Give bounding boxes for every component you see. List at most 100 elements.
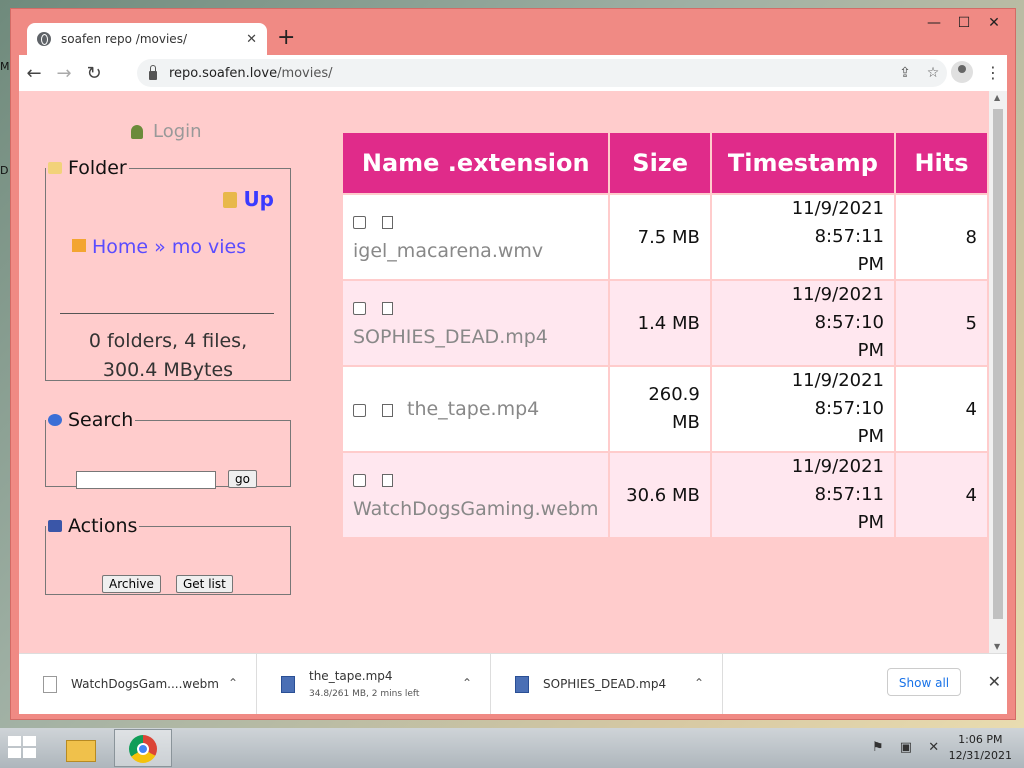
download-info: the_tape.mp4 34.8/261 MB, 2 mins left — [309, 669, 419, 699]
column-header-hits[interactable]: Hits — [896, 133, 987, 193]
browser-tab[interactable]: soafen repo /movies/ ✕ — [27, 23, 267, 55]
file-table: Name .extension Size Timestamp Hits igel… — [341, 131, 989, 539]
clock[interactable]: 1:06 PM 12/31/2021 — [949, 732, 1012, 764]
table-header-row: Name .extension Size Timestamp Hits — [343, 133, 987, 193]
download-item[interactable]: the_tape.mp4 34.8/261 MB, 2 mins left ⌃ — [257, 654, 491, 714]
browser-toolbar: ← → ↻ repo.soafen.love/movies/ ⇪ ☆ ⋮ — [19, 55, 1007, 91]
download-progress-text: 34.8/261 MB, 2 mins left — [309, 689, 420, 699]
bookmark-star-icon[interactable]: ☆ — [919, 65, 947, 81]
new-tab-button[interactable]: + — [277, 25, 295, 50]
download-name: the_tape.mp4 — [309, 669, 393, 683]
timestamp-ampm: PM — [857, 254, 884, 275]
column-header-size[interactable]: Size — [610, 133, 710, 193]
table-row: WatchDogsGaming.webm 30.6 MB 11/9/2021 8… — [343, 453, 987, 537]
browser-window: — ☐ ✕ soafen repo /movies/ ✕ + ← → ↻ rep… — [10, 8, 1016, 720]
folder-panel: Folder Up Home » mo vies 0 folders, 4 fi… — [45, 157, 291, 381]
timestamp-date: 11/9/2021 8:57:11 — [791, 198, 884, 247]
video-file-icon — [281, 675, 295, 693]
table-row: the_tape.mp4 260.9 MB 11/9/2021 8:57:10 P… — [343, 367, 987, 451]
address-bar[interactable]: repo.soafen.love/movies/ ⇪ ☆ — [137, 59, 947, 87]
browser-menu-icon[interactable]: ⋮ — [985, 63, 1001, 82]
file-timestamp: 11/9/2021 8:57:10 PM — [711, 367, 894, 451]
login-label: Login — [153, 121, 202, 142]
video-file-icon — [515, 675, 529, 693]
timestamp-date: 11/9/2021 8:57:10 — [791, 370, 884, 419]
file-size: 7.5 MB — [610, 195, 710, 279]
share-icon[interactable]: ⇪ — [891, 65, 919, 81]
select-checkbox[interactable] — [353, 302, 366, 315]
window-controls: — ☐ ✕ — [919, 13, 1009, 33]
file-timestamp: 11/9/2021 8:57:11 PM — [711, 453, 894, 537]
show-all-button[interactable]: Show all — [887, 668, 961, 696]
get-list-button[interactable]: Get list — [176, 575, 233, 593]
forward-button[interactable]: → — [49, 63, 79, 84]
close-tab-icon[interactable]: ✕ — [246, 32, 257, 47]
file-link[interactable]: the_tape.mp4 — [407, 398, 539, 420]
actions-legend-label: Actions — [68, 515, 138, 537]
reload-button[interactable]: ↻ — [79, 63, 109, 84]
taskbar: ⚑ ▣ ✕ 1:06 PM 12/31/2021 — [0, 728, 1024, 768]
file-hits: 5 — [896, 281, 987, 365]
file-explorer-icon[interactable] — [62, 732, 98, 764]
downloads-bar: WatchDogsGam....webm ⌃ the_tape.mp4 34.8… — [19, 653, 1007, 714]
up-label: Up — [243, 187, 274, 211]
select-checkbox[interactable] — [353, 216, 366, 229]
file-timestamp: 11/9/2021 8:57:10 PM — [711, 281, 894, 365]
back-button[interactable]: ← — [19, 63, 49, 84]
timestamp-ampm: PM — [857, 340, 884, 361]
close-window-button[interactable]: ✕ — [979, 13, 1009, 33]
floppy-disk-icon — [48, 520, 62, 532]
file-link[interactable]: SOPHIES_DEAD.mp4 — [353, 326, 548, 348]
download-item[interactable]: SOPHIES_DEAD.mp4 ⌃ — [491, 654, 723, 714]
search-panel: Search go — [45, 409, 291, 489]
clock-date: 12/31/2021 — [948, 749, 1012, 762]
breadcrumb-current[interactable]: mo vies — [172, 236, 246, 258]
chevron-up-icon[interactable]: ⌃ — [228, 676, 238, 690]
file-size: 1.4 MB — [610, 281, 710, 365]
vertical-scrollbar[interactable]: ▲ ▼ — [989, 91, 1007, 653]
download-item[interactable]: WatchDogsGam....webm ⌃ — [19, 654, 257, 714]
globe-icon — [37, 32, 51, 46]
search-input[interactable] — [76, 471, 216, 489]
timestamp-ampm: PM — [857, 426, 884, 447]
login-link[interactable]: Login — [131, 121, 202, 142]
system-tray-icons[interactable]: ⚑ ▣ ✕ — [872, 740, 945, 755]
file-size-value: 260.9 MB — [648, 384, 700, 433]
file-link[interactable]: WatchDogsGaming.webm — [353, 498, 598, 520]
chevron-up-icon[interactable]: ⌃ — [694, 676, 704, 690]
start-windows-icon[interactable] — [8, 736, 38, 760]
scrollbar-thumb[interactable] — [993, 109, 1003, 619]
breadcrumb-home[interactable]: Home — [92, 236, 148, 258]
user-icon — [131, 125, 143, 139]
column-header-timestamp[interactable]: Timestamp — [711, 133, 894, 193]
up-arrow-icon — [223, 192, 238, 208]
download-name: SOPHIES_DEAD.mp4 — [543, 677, 667, 691]
file-icon — [382, 474, 393, 487]
breadcrumb-separator: » — [154, 236, 166, 258]
up-link[interactable]: Up — [223, 187, 274, 211]
file-size: 260.9 MB — [610, 367, 710, 451]
divider — [60, 313, 274, 314]
actions-panel: Actions Archive Get list — [45, 515, 291, 595]
timestamp-date: 11/9/2021 8:57:10 — [791, 284, 884, 333]
url-host: repo.soafen.love — [169, 65, 278, 81]
go-button[interactable]: go — [228, 470, 257, 488]
select-checkbox[interactable] — [353, 474, 366, 487]
close-downloads-icon[interactable]: ✕ — [988, 672, 1001, 691]
select-checkbox[interactable] — [353, 403, 366, 417]
maximize-button[interactable]: ☐ — [949, 13, 979, 33]
chevron-up-icon[interactable]: ⌃ — [462, 676, 472, 690]
column-header-name[interactable]: Name .extension — [343, 133, 609, 193]
scroll-up-arrow-icon[interactable]: ▲ — [994, 93, 1000, 102]
minimize-button[interactable]: — — [919, 13, 949, 33]
table-row: SOPHIES_DEAD.mp4 1.4 MB 11/9/2021 8:57:1… — [343, 281, 987, 365]
chrome-taskbar-icon[interactable] — [114, 729, 172, 767]
file-icon — [382, 403, 393, 417]
archive-button[interactable]: Archive — [102, 575, 161, 593]
profile-avatar-icon[interactable] — [951, 61, 973, 83]
file-icon — [382, 302, 393, 315]
file-link[interactable]: igel_macarena.wmv — [353, 240, 543, 262]
file-icon — [43, 675, 57, 693]
desktop-label: D — [0, 164, 9, 177]
scroll-down-arrow-icon[interactable]: ▼ — [994, 642, 1000, 651]
